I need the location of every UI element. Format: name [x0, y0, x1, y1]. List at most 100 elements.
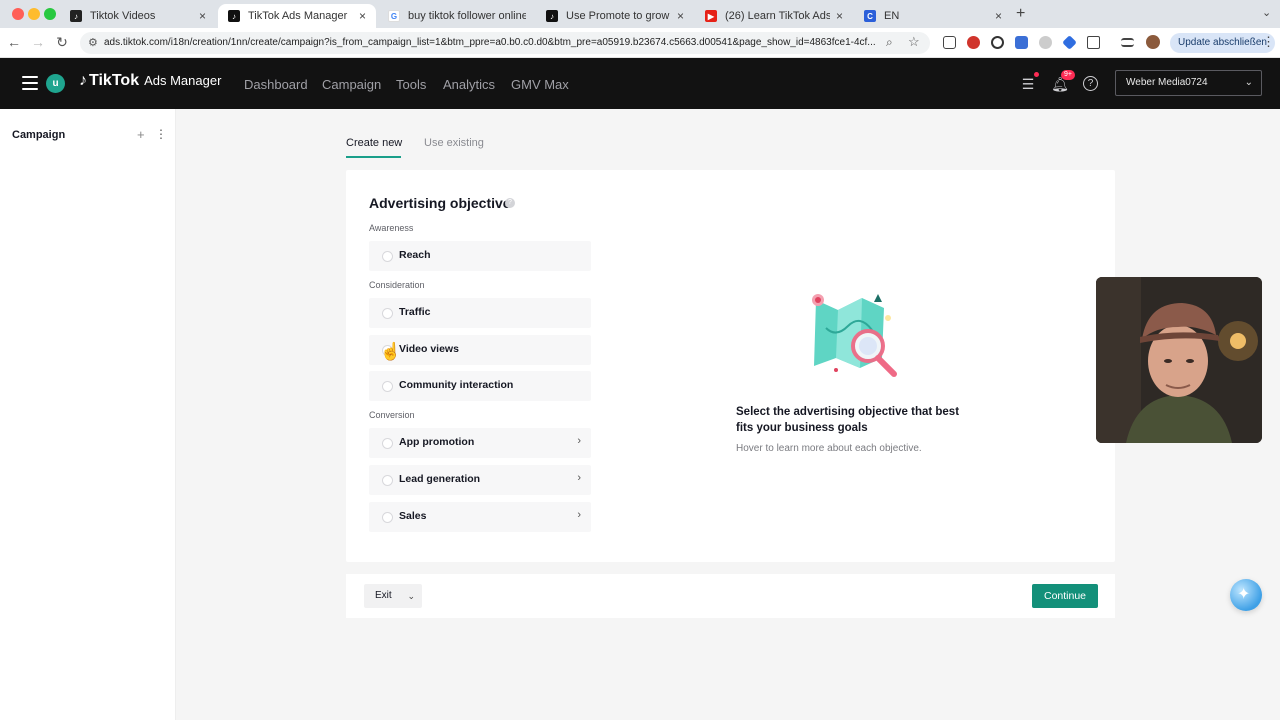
adblock-extension-icon[interactable] — [967, 36, 980, 49]
c-favicon-icon: C — [864, 10, 876, 22]
extensions-puzzle-icon[interactable] — [1087, 36, 1100, 49]
group-label-awareness: Awareness — [369, 223, 414, 233]
objective-option-community-interaction[interactable]: Community interaction — [369, 371, 591, 401]
tiktok-logo[interactable]: ♪ TikTok Ads Manager — [79, 72, 221, 90]
campaign-sidebar: Campaign + ⋮ — [0, 109, 176, 720]
maximize-window-button[interactable] — [44, 8, 56, 20]
tiktok-favicon-icon: ♪ — [228, 10, 240, 22]
nav-campaign[interactable]: Campaign — [322, 77, 381, 92]
browser-menu-icon[interactable]: ⋮ — [1262, 34, 1275, 50]
browser-tab[interactable]: ♪ Use Promote to grow your Tik × — [536, 4, 694, 28]
objective-option-sales[interactable]: Sales › — [369, 502, 591, 532]
back-icon[interactable]: ← — [6, 34, 22, 50]
chevron-down-icon: ⌄ — [1244, 77, 1253, 88]
radio-button[interactable] — [382, 512, 393, 523]
browser-tab[interactable]: C EN × — [854, 4, 1012, 28]
ai-assistant-button[interactable]: ✦ — [1230, 579, 1262, 611]
account-name: Weber Media0724 — [1126, 77, 1208, 88]
webcam-overlay — [1096, 277, 1262, 443]
brand-product: Ads Manager — [144, 73, 222, 88]
menu-icon[interactable] — [22, 76, 38, 90]
tab-title: EN — [884, 10, 900, 22]
radio-button[interactable] — [382, 308, 393, 319]
close-tab-icon[interactable]: × — [677, 9, 684, 23]
address-bar[interactable]: ⚙ ads.tiktok.com/i18n/creation/1nn/creat… — [80, 32, 930, 54]
browser-tab-active[interactable]: ♪ TikTok Ads Manager × — [218, 4, 376, 28]
info-icon[interactable]: ? — [505, 198, 515, 208]
reading-list-icon[interactable] — [1121, 38, 1134, 47]
tiktok-favicon-icon: ♪ — [546, 10, 558, 22]
brand-name: TikTok — [89, 72, 140, 89]
screenshot-extension-icon[interactable] — [943, 36, 956, 49]
tiktok-note-icon: ♪ — [79, 72, 87, 89]
tab-title: Use Promote to grow your Tik — [566, 10, 671, 22]
browser-tab[interactable]: G buy tiktok follower online eng — [378, 4, 536, 28]
tab-search-chevron-icon[interactable]: ⌄ — [1262, 6, 1271, 19]
nav-gmv-max[interactable]: GMV Max — [511, 77, 569, 92]
close-tab-icon[interactable]: × — [995, 9, 1002, 23]
objective-option-video-views[interactable]: Video views — [369, 335, 591, 365]
group-label-consideration: Consideration — [369, 280, 425, 290]
option-label: Lead generation — [399, 473, 481, 485]
option-label: Sales — [399, 510, 427, 522]
tab-use-existing[interactable]: Use existing — [424, 137, 484, 149]
objective-option-reach[interactable]: Reach — [369, 241, 591, 271]
close-window-button[interactable] — [12, 8, 24, 20]
tab-title: (26) Learn TikTok Ads in 7mi — [725, 10, 830, 22]
more-options-icon[interactable]: ⋮ — [155, 127, 167, 141]
continue-button[interactable]: Continue — [1032, 584, 1098, 608]
tasks-icon[interactable]: ☰ — [1019, 75, 1037, 93]
nav-analytics[interactable]: Analytics — [443, 77, 495, 92]
browser-tab[interactable]: ♪ Tiktok Videos × — [60, 4, 216, 28]
new-tab-icon[interactable]: + — [1016, 5, 1025, 23]
zoom-icon[interactable]: ⌕ — [886, 35, 893, 50]
radio-button[interactable] — [382, 251, 393, 262]
help-icon[interactable]: ? — [1083, 76, 1098, 91]
chevron-right-icon: › — [577, 435, 581, 447]
browser-tab-strip: ♪ Tiktok Videos × ♪ TikTok Ads Manager ×… — [0, 0, 1280, 28]
radio-button[interactable] — [382, 438, 393, 449]
objective-option-traffic[interactable]: Traffic — [369, 298, 591, 328]
group-label-conversion: Conversion — [369, 410, 415, 420]
minimize-window-button[interactable] — [28, 8, 40, 20]
google-favicon-icon: G — [388, 10, 400, 22]
forward-icon[interactable]: → — [30, 34, 46, 50]
tag-extension-icon[interactable] — [1062, 35, 1077, 50]
reload-icon[interactable]: ↻ — [54, 34, 70, 51]
empty-state-title: Select the advertising objective that be… — [736, 406, 960, 434]
nav-tools[interactable]: Tools — [396, 77, 426, 92]
user-avatar[interactable]: u — [46, 74, 65, 93]
radio-button[interactable] — [382, 381, 393, 392]
browser-tab[interactable]: ▶ (26) Learn TikTok Ads in 7mi × — [695, 4, 853, 28]
account-selector[interactable]: Weber Media0724 ⌄ — [1115, 70, 1262, 96]
active-tab-indicator — [346, 156, 401, 158]
nav-dashboard[interactable]: Dashboard — [244, 77, 308, 92]
objective-card: Advertising objective ? Awareness Reach … — [346, 170, 1115, 562]
update-browser-button[interactable]: Update abschließen — [1170, 33, 1275, 53]
sidebar-item-label: Campaign — [12, 129, 66, 141]
objective-option-lead-generation[interactable]: Lead generation › — [369, 465, 591, 495]
extension-icon[interactable] — [991, 36, 1004, 49]
sidebar-item-campaign[interactable]: Campaign + ⋮ — [0, 124, 176, 150]
translate-extension-icon[interactable] — [1015, 36, 1028, 49]
close-tab-icon[interactable]: × — [836, 9, 843, 23]
objective-option-app-promotion[interactable]: App promotion › — [369, 428, 591, 458]
hand-cursor-icon: ☝ — [380, 342, 402, 361]
chevron-down-icon: ⌄ — [407, 591, 415, 601]
notification-badge: 9+ — [1061, 70, 1075, 80]
radio-button[interactable] — [382, 475, 393, 486]
url-text[interactable]: ads.tiktok.com/i18n/creation/1nn/create/… — [104, 37, 884, 48]
bookmark-star-icon[interactable]: ☆ — [908, 34, 920, 50]
add-icon[interactable]: + — [137, 127, 145, 142]
profile-avatar[interactable] — [1146, 35, 1160, 49]
close-tab-icon[interactable]: × — [199, 9, 206, 23]
tab-create-new[interactable]: Create new — [346, 137, 402, 149]
youtube-favicon-icon: ▶ — [705, 10, 717, 22]
extension-icon[interactable] — [1039, 36, 1052, 49]
action-footer: Exit ⌄ Continue — [346, 574, 1115, 618]
site-settings-icon[interactable]: ⚙ — [88, 36, 98, 49]
exit-button[interactable]: Exit ⌄ — [364, 584, 422, 608]
chevron-right-icon: › — [577, 472, 581, 484]
option-label: Community interaction — [399, 379, 514, 391]
close-tab-icon[interactable]: × — [359, 9, 366, 23]
